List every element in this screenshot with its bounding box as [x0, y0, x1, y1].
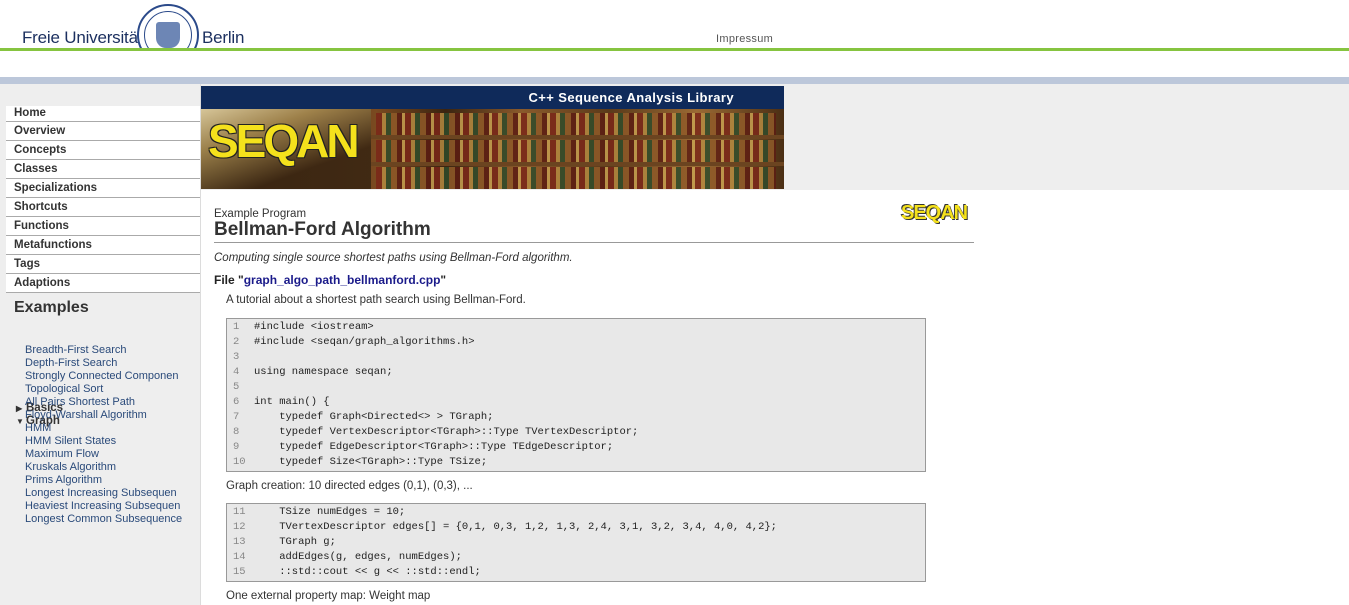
code-line: 8 typedef VertexDescriptor<TGraph>::Type… [227, 425, 925, 440]
sidebar-item-functions[interactable]: Functions [6, 217, 200, 236]
line-number: 15 [233, 566, 246, 578]
line-number: 10 [233, 456, 246, 468]
sidebar-item-metafunctions[interactable]: Metafunctions [6, 236, 200, 255]
example-link[interactable]: Depth-First Search [25, 357, 200, 370]
article: Example Program Bellman-Ford Algorithm S… [214, 202, 974, 602]
fu-logo-text-right[interactable]: Berlin [202, 28, 244, 48]
code-text: typedef Graph<Directed<> > TGraph; [254, 411, 494, 423]
code-line: 7 typedef Graph<Directed<> > TGraph; [227, 410, 925, 425]
line-number: 14 [233, 551, 246, 563]
sidebar-item-overview[interactable]: Overview [6, 122, 200, 141]
weight-map-description: One external property map: Weight map [226, 590, 431, 602]
blue-divider [0, 77, 1349, 84]
impressum-link[interactable]: Impressum [716, 33, 773, 45]
code-line: 4 using namespace seqan; [227, 365, 925, 380]
line-number: 1 [233, 321, 240, 333]
example-link[interactable]: Strongly Connected Componen [25, 370, 200, 383]
sidebar-item-home[interactable]: Home [6, 106, 200, 122]
example-link[interactable]: All Pairs Shortest Path [25, 396, 200, 409]
graph-creation-description: Graph creation: 10 directed edges (0,1),… [226, 480, 473, 492]
sidebar-item-tags[interactable]: Tags [6, 255, 200, 274]
line-number: 12 [233, 521, 246, 533]
example-link[interactable]: Maximum Flow [25, 448, 200, 461]
code-text: ::std::cout << g << ::std::endl; [254, 566, 481, 578]
code-text: using namespace seqan; [254, 366, 393, 378]
example-link[interactable]: Breadth-First Search [25, 344, 200, 357]
code-text: TGraph g; [254, 536, 336, 548]
sidebar-item-concepts[interactable]: Concepts [6, 141, 200, 160]
code-line: 6 int main() { [227, 395, 925, 410]
line-number: 7 [233, 411, 240, 423]
sidebar-item-specializations[interactable]: Specializations [6, 179, 200, 198]
code-text: TSize numEdges = 10; [254, 506, 406, 518]
banner-tagline-bar: C++ Sequence Analysis Library [201, 86, 784, 109]
code-line: 5 [227, 380, 925, 395]
sidebar-item-classes[interactable]: Classes [6, 160, 200, 179]
code-line: 14 addEdges(g, edges, numEdges); [227, 550, 925, 565]
fu-header: Freie Universität Berlin Impressum [0, 0, 1349, 66]
code-text: typedef Size<TGraph>::Type TSize; [254, 456, 488, 468]
code-line: 12 TVertexDescriptor edges[] = {0,1, 0,3… [227, 520, 925, 535]
code-line: 1 #include <iostream> [227, 320, 925, 335]
line-number: 8 [233, 426, 240, 438]
example-link[interactable]: Floyd-Warshall Algorithm [25, 409, 200, 422]
code-line: 15 ::std::cout << g << ::std::endl; [227, 565, 925, 580]
code-text: #include <iostream> [254, 321, 374, 333]
sidebar-item-shortcuts[interactable]: Shortcuts [6, 198, 200, 217]
examples-heading: Examples [14, 299, 89, 316]
code-text: TVertexDescriptor edges[] = {0,1, 0,3, 1… [254, 521, 777, 533]
example-link[interactable]: HMM Silent States [25, 435, 200, 448]
code-text: int main() { [254, 396, 330, 408]
tutorial-description: A tutorial about a shortest path search … [226, 294, 526, 306]
code-line: 13 TGraph g; [227, 535, 925, 550]
sidebar-nav: Home Overview Concepts Classes Specializ… [6, 106, 200, 293]
code-block-2: 11 TSize numEdges = 10; 12 TVertexDescrip… [226, 503, 926, 582]
example-link[interactable]: Longest Common Subsequence [25, 513, 200, 526]
code-block-1: 1 #include <iostream> 2 #include <seqan/gra… [226, 318, 926, 472]
code-line: 9 typedef EdgeDescriptor<TGraph>::Type T… [227, 440, 925, 455]
example-link[interactable]: Kruskals Algorithm [25, 461, 200, 474]
banner-tagline: C++ Sequence Analysis Library [528, 90, 734, 105]
triangle-right-icon: ▶ [16, 404, 23, 413]
page-title: Bellman-Ford Algorithm [214, 219, 431, 240]
example-link[interactable]: Topological Sort [25, 383, 200, 396]
line-number: 5 [233, 381, 240, 393]
line-number: 3 [233, 351, 240, 363]
fu-logo-text-left[interactable]: Freie Universität [22, 28, 143, 48]
code-line: 10 typedef Size<TGraph>::Type TSize; [227, 455, 925, 470]
code-line: 2 #include <seqan/graph_algorithms.h> [227, 335, 925, 350]
sidebar-item-adaptions[interactable]: Adaptions [6, 274, 200, 293]
line-number: 13 [233, 536, 246, 548]
file-link[interactable]: graph_algo_path_bellmanford.cpp [244, 273, 441, 287]
example-link[interactable]: Prims Algorithm [25, 474, 200, 487]
triangle-down-icon: ▼ [16, 417, 24, 426]
line-number: 11 [233, 506, 246, 518]
code-line: 3 [227, 350, 925, 365]
file-line: File "graph_algo_path_bellmanford.cpp" [214, 273, 447, 287]
example-link[interactable]: Heaviest Increasing Subsequen [25, 500, 200, 513]
line-number: 2 [233, 336, 240, 348]
code-text: typedef EdgeDescriptor<TGraph>::Type TEd… [254, 441, 614, 453]
code-line: 11 TSize numEdges = 10; [227, 505, 925, 520]
example-link[interactable]: Longest Increasing Subsequen [25, 487, 200, 500]
seqan-logo[interactable]: SEQAN [208, 114, 360, 168]
code-text: typedef VertexDescriptor<TGraph>::Type T… [254, 426, 639, 438]
line-number: 4 [233, 366, 240, 378]
graph-examples-list: Breadth-First Search Depth-First Search … [25, 344, 200, 526]
code-text: #include <seqan/graph_algorithms.h> [254, 336, 475, 348]
line-number: 9 [233, 441, 240, 453]
seqan-small-logo: SEQAN [901, 202, 968, 224]
page-subtitle: Computing single source shortest paths u… [214, 252, 573, 264]
seqan-banner: C++ Sequence Analysis Library SEQAN [201, 86, 784, 189]
line-number: 6 [233, 396, 240, 408]
example-link[interactable]: HMM [25, 422, 200, 435]
code-text: addEdges(g, edges, numEdges); [254, 551, 462, 563]
title-divider [214, 242, 974, 243]
